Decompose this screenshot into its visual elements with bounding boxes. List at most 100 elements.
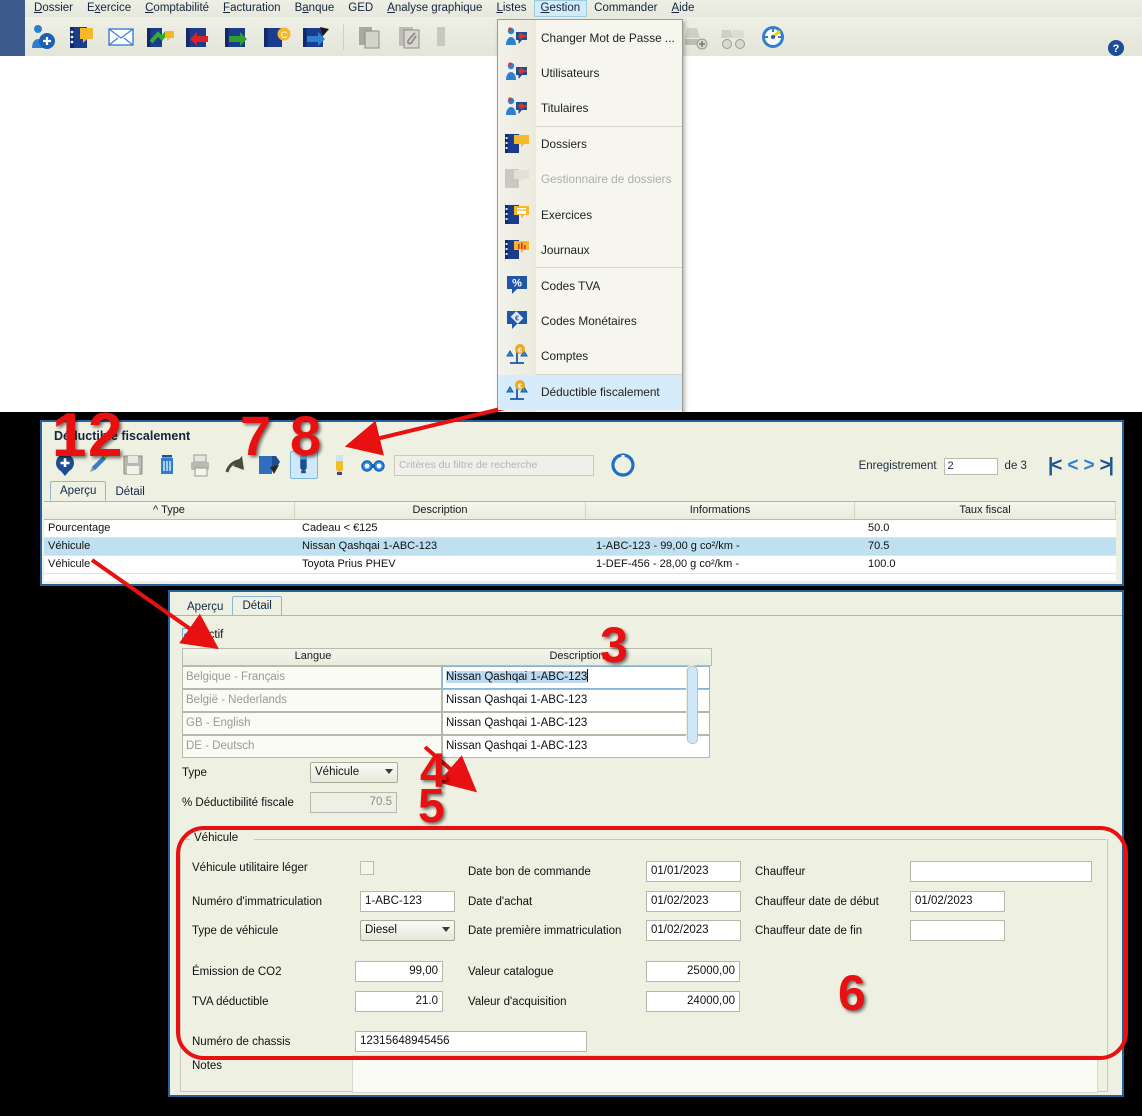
grid-col-informations[interactable]: Informations	[586, 502, 855, 519]
record-number-input[interactable]: 2	[943, 457, 998, 475]
tva-deductible-input[interactable]: 21.0	[355, 991, 443, 1012]
menu-entry-utilisateurs[interactable]: Utilisateurs	[498, 55, 682, 90]
stamp-icon[interactable]	[680, 22, 710, 52]
gauge-icon[interactable]	[758, 22, 788, 52]
folder-black-arrow-icon[interactable]	[301, 22, 331, 52]
tab-aperu[interactable]: Aperçu	[50, 481, 107, 501]
filter-yellow-icon[interactable]	[326, 452, 352, 478]
tab-dtail[interactable]: Détail	[106, 483, 153, 501]
tab-dtail[interactable]: Détail	[232, 596, 282, 616]
actif-checkbox-row[interactable]: Actif	[182, 628, 223, 642]
date-bon-commande-input[interactable]: 01/01/2023	[646, 861, 741, 882]
menu-entry-journaux[interactable]: Journaux	[498, 232, 682, 267]
lang-cell-description[interactable]: Nissan Qashqai 1-ABC-123	[442, 735, 710, 758]
nav-next-button[interactable]: >	[1083, 455, 1094, 477]
nav-prev-button[interactable]: <	[1067, 455, 1078, 477]
attachment-icon[interactable]	[395, 22, 425, 52]
menu-item-listes[interactable]: Listes	[489, 0, 533, 17]
menu-entry-codes-mon-taires[interactable]: € Codes Monétaires	[498, 304, 682, 339]
menu-item-commander[interactable]: Commander	[587, 0, 664, 17]
grid-col-taux[interactable]: Taux fiscal	[855, 502, 1116, 519]
filter-blue-icon[interactable]	[290, 451, 318, 479]
menu-item-aide[interactable]: Aide	[664, 0, 701, 17]
menu-item-facturation[interactable]: Facturation	[216, 0, 288, 17]
numero-chassis-input[interactable]: 12315648945456	[355, 1031, 587, 1052]
add-icon[interactable]	[52, 452, 78, 478]
delete-trash-icon[interactable]	[154, 452, 180, 478]
menu-entry-comptes[interactable]: € Comptes	[498, 339, 682, 374]
tab-aperu[interactable]: Aperçu	[178, 598, 232, 616]
valeur-catalogue-input[interactable]: 25000,00	[646, 961, 740, 982]
table-row[interactable]: Véhicule Toyota Prius PHEV 1-DEF-456 - 28,…	[44, 556, 1116, 574]
cell-taux: 70.5	[868, 540, 890, 552]
menu-entry-dossiers[interactable]: Dossiers	[498, 127, 682, 162]
undo-arrow-icon[interactable]	[222, 452, 248, 478]
menu-item-exercice[interactable]: Exercice	[80, 0, 138, 17]
menu-item-analyse-graphique[interactable]: Analyse graphique	[380, 0, 489, 17]
add-user-icon[interactable]	[28, 22, 58, 52]
lang-row[interactable]: Belgique - Français Nissan Qashqai 1-ABC-…	[182, 666, 712, 689]
scrollbar-thumb[interactable]	[687, 666, 698, 744]
folder-c-icon[interactable]: C	[262, 22, 292, 52]
menu-entry-codes-tva[interactable]: % Codes TVA	[498, 268, 682, 303]
search-filter-input[interactable]: Critères du filtre de recherche	[394, 454, 594, 476]
lang-table-scrollbar[interactable]	[686, 665, 698, 744]
type-vehicule-select[interactable]: Diesel	[360, 920, 455, 941]
co2-input[interactable]: 99,00	[355, 961, 443, 982]
menu-item-gestion[interactable]: Gestion	[533, 0, 588, 17]
menu-item-comptabilit-[interactable]: Comptabilité	[138, 0, 216, 17]
folder-green-arrow-icon[interactable]	[223, 22, 253, 52]
print-icon[interactable]	[188, 452, 214, 478]
refresh-circle-icon[interactable]	[610, 452, 636, 478]
menu-entry-exercices[interactable]: Exercices	[498, 197, 682, 232]
nav-first-button[interactable]: |<	[1048, 455, 1062, 477]
menu-item-dossier[interactable]: Dossier	[27, 0, 80, 17]
grid-col-description[interactable]: Description	[295, 502, 586, 519]
notes-textarea[interactable]	[352, 1055, 1098, 1093]
lang-row[interactable]: België - Nederlands Nissan Qashqai 1-ABC-…	[182, 689, 712, 712]
date-achat-input[interactable]: 01/02/2023	[646, 891, 741, 912]
table-row[interactable]: Pourcentage Cadeau < €125 50.0	[44, 520, 1116, 538]
list-window-title: Déductible fiscalement	[54, 429, 191, 443]
envelope-icon[interactable]	[106, 22, 136, 52]
table-row[interactable]: Véhicule Nissan Qashqai 1-ABC-123 1-ABC-12…	[44, 538, 1116, 556]
immatriculation-input[interactable]: 1-ABC-123	[360, 891, 455, 912]
immatriculation-label: Numéro d'immatriculation	[192, 895, 323, 908]
lang-row[interactable]: GB - English Nissan Qashqai 1-ABC-123	[182, 712, 712, 735]
save-disk-icon[interactable]	[120, 452, 146, 478]
lang-row[interactable]: DE - Deutsch Nissan Qashqai 1-ABC-123	[182, 735, 712, 758]
menu-entry-titulaires[interactable]: Titulaires	[498, 90, 682, 125]
menu-entry-d-ductible-fiscalement[interactable]: € Déductible fiscalement	[498, 374, 682, 411]
actif-checkbox[interactable]	[182, 628, 196, 642]
lang-cell-description[interactable]: Nissan Qashqai 1-ABC-123	[442, 689, 710, 712]
valeur-acquisition-input[interactable]: 24000,00	[646, 991, 740, 1012]
type-select[interactable]: Véhicule	[310, 762, 398, 783]
binoculars-icon[interactable]	[360, 452, 386, 478]
folder-red-arrow-icon[interactable]	[184, 22, 214, 52]
date-premiere-immatriculation-input[interactable]: 01/02/2023	[646, 920, 741, 941]
partial-icon[interactable]	[434, 22, 464, 52]
lang-cell-description[interactable]: Nissan Qashqai 1-ABC-123	[442, 666, 710, 689]
menu-item-ged[interactable]: GED	[341, 0, 380, 17]
vehicule-utilitaire-checkbox[interactable]	[360, 861, 374, 875]
deductible-fiscalement-list-window: Déductible fiscalement Critères du filtr…	[40, 420, 1124, 586]
menu-entry-changer-mot-de-passe[interactable]: Changer Mot de Passe ...	[498, 20, 682, 55]
chauffeur-fin-input[interactable]	[910, 920, 1005, 941]
folder-note-icon[interactable]	[67, 22, 97, 52]
type-vehicule-row: Type de véhicule Diesel	[192, 920, 455, 941]
edit-pencil-icon[interactable]	[86, 452, 112, 478]
menu-entry-label: Gestionnaire de dossiers	[541, 172, 672, 187]
export-icon[interactable]	[256, 452, 282, 478]
double-stamp-icon[interactable]	[719, 22, 749, 52]
folder-import-icon[interactable]	[145, 22, 175, 52]
chauffeur-input[interactable]	[910, 861, 1092, 882]
menu-item-banque[interactable]: Banque	[288, 0, 342, 17]
nav-last-button[interactable]: >|	[1100, 455, 1114, 477]
grid-col-type[interactable]: ^ Type	[44, 502, 295, 519]
screenshot-root: Dossier Exercice Comptabilité Facturation Ba…	[0, 0, 1142, 1116]
lang-cell-description[interactable]: Nissan Qashqai 1-ABC-123	[442, 712, 710, 735]
lang-table-header: Langue Description	[182, 648, 712, 666]
chauffeur-debut-input[interactable]: 01/02/2023	[910, 891, 1005, 912]
copy-icon[interactable]	[356, 22, 386, 52]
lang-cell-langue: DE - Deutsch	[182, 735, 442, 758]
